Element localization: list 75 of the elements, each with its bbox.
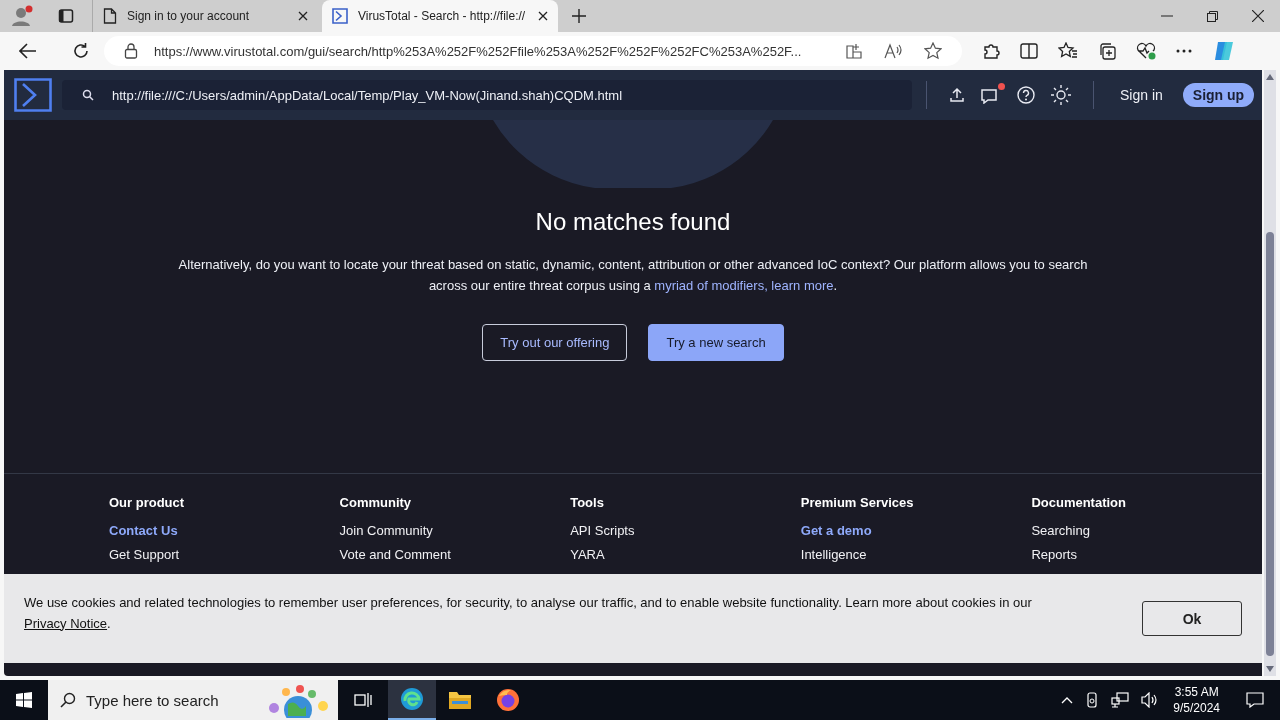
browser-tab[interactable]: VirusTotal - Search - http://file:// bbox=[322, 0, 558, 32]
footer-link[interactable]: YARA bbox=[570, 543, 801, 567]
new-tab-icon[interactable] bbox=[572, 9, 586, 23]
favorites-icon[interactable] bbox=[1058, 42, 1078, 60]
tab-actions-icon[interactable] bbox=[58, 8, 74, 24]
notifications-icon[interactable] bbox=[1246, 692, 1264, 708]
copilot-icon[interactable] bbox=[1212, 39, 1236, 63]
results-heading: No matches found bbox=[535, 208, 731, 236]
footer-heading: Our product bbox=[109, 494, 186, 511]
footer-link[interactable]: Get Support bbox=[109, 543, 340, 567]
refresh-icon[interactable] bbox=[72, 42, 90, 60]
star-icon[interactable] bbox=[924, 42, 942, 60]
more-icon[interactable] bbox=[1176, 49, 1192, 53]
offering-button[interactable]: Try out our offering bbox=[482, 324, 628, 361]
footer-heading: Community bbox=[339, 494, 413, 511]
app-grid-icon[interactable] bbox=[846, 43, 862, 59]
sigma-logo-icon bbox=[332, 8, 348, 24]
search-field[interactable]: http://file:///C:/Users/admin/AppData/Local/Temp/Play_VM-Now(Jinand.shah)CQDM.html bbox=[62, 80, 912, 110]
chevron-up-icon[interactable] bbox=[1061, 696, 1074, 704]
network-icon[interactable] bbox=[1111, 692, 1130, 708]
device-icon[interactable] bbox=[1085, 692, 1100, 708]
scrollbar[interactable] bbox=[1264, 70, 1276, 676]
scroll-up-icon[interactable] bbox=[1266, 74, 1274, 80]
close-icon[interactable] bbox=[298, 11, 308, 21]
upload-icon[interactable] bbox=[949, 87, 965, 103]
close-icon[interactable] bbox=[1252, 10, 1264, 22]
close-icon[interactable] bbox=[538, 11, 548, 21]
footer-link[interactable]: Searching bbox=[1031, 519, 1262, 543]
scrollbar-thumb[interactable] bbox=[1266, 232, 1274, 656]
address-bar[interactable]: https://www.virustotal.com/gui/search/http%253A%252F%252Ffile%253A%252F%252F%252FC%253A%252F... bbox=[104, 36, 962, 66]
results-description: Alternatively, do you want to locate your threat based on static, dynamic, content, attribution or other advanced IoC context? Our platform allows you to search across our entire threat corpus using a myriad of modifiers, learn more. bbox=[177, 256, 1089, 295]
edge-icon bbox=[400, 687, 424, 711]
footer-link[interactable]: Contact Us bbox=[109, 519, 340, 543]
firefox-icon bbox=[496, 688, 520, 712]
search-icon bbox=[82, 89, 94, 101]
sign-in-link[interactable]: Sign in bbox=[1120, 87, 1163, 103]
footer-link[interactable]: Vote and Comment bbox=[339, 543, 571, 567]
url-text: https://www.virustotal.com/gui/search/http%253A%252F%252Ffile%253A%252F%252F%252FC%253A%252F... bbox=[154, 43, 803, 59]
sign-up-button[interactable]: Sign up bbox=[1182, 83, 1255, 107]
back-icon[interactable] bbox=[19, 43, 37, 59]
taskbar-clock[interactable]: 3:55 AM 9/5/2024 bbox=[1173, 684, 1220, 716]
split-screen-icon[interactable] bbox=[1020, 43, 1038, 59]
footer-link[interactable]: Intelligence bbox=[800, 543, 1032, 567]
privacy-notice-link[interactable]: Privacy Notice bbox=[24, 615, 108, 631]
footer-heading: Premium Services bbox=[800, 494, 915, 511]
footer-link[interactable]: API Scripts bbox=[570, 519, 801, 543]
speaker-icon[interactable] bbox=[1141, 692, 1160, 708]
footer-link[interactable]: Get a demo bbox=[800, 519, 1032, 543]
heart-pulse-icon[interactable] bbox=[1136, 42, 1156, 60]
edge-taskbar-button[interactable] bbox=[388, 680, 436, 720]
folder-icon bbox=[448, 690, 472, 710]
footer-heading: Documentation bbox=[1031, 494, 1127, 511]
profile-icon[interactable] bbox=[10, 4, 34, 28]
puzzle-icon[interactable] bbox=[982, 42, 1000, 60]
task-view-icon[interactable] bbox=[354, 692, 372, 708]
new-search-button[interactable]: Try a new search bbox=[648, 324, 784, 361]
cookie-notice-text: We use cookies and related technologies to remember user preferences, for security, to analyse our traffic, and to enable website functionality. Learn more about cookies in our Privacy Notice. bbox=[24, 593, 1033, 633]
modifiers-link[interactable]: myriad of modifiers, learn more bbox=[654, 278, 834, 293]
lock-icon bbox=[124, 43, 138, 59]
sigma-logo-icon[interactable] bbox=[14, 78, 52, 112]
collections-icon[interactable] bbox=[1098, 42, 1116, 60]
help-icon[interactable] bbox=[1017, 86, 1035, 104]
page-icon bbox=[103, 8, 117, 24]
footer-heading: Tools bbox=[570, 494, 605, 511]
sun-icon[interactable] bbox=[1051, 85, 1071, 105]
footer-link[interactable]: Reports bbox=[1031, 543, 1262, 567]
scroll-down-icon[interactable] bbox=[1266, 666, 1274, 672]
restore-icon[interactable] bbox=[1207, 10, 1218, 22]
globe-drawing bbox=[266, 684, 330, 718]
footer-link[interactable]: Join Community bbox=[339, 519, 571, 543]
ok-button[interactable]: Ok bbox=[1142, 601, 1242, 636]
taskbar-search-field[interactable]: Type here to search bbox=[48, 680, 338, 720]
read-aloud-icon[interactable] bbox=[884, 43, 902, 59]
windows-start-icon[interactable] bbox=[16, 692, 32, 708]
search-icon bbox=[60, 692, 76, 708]
